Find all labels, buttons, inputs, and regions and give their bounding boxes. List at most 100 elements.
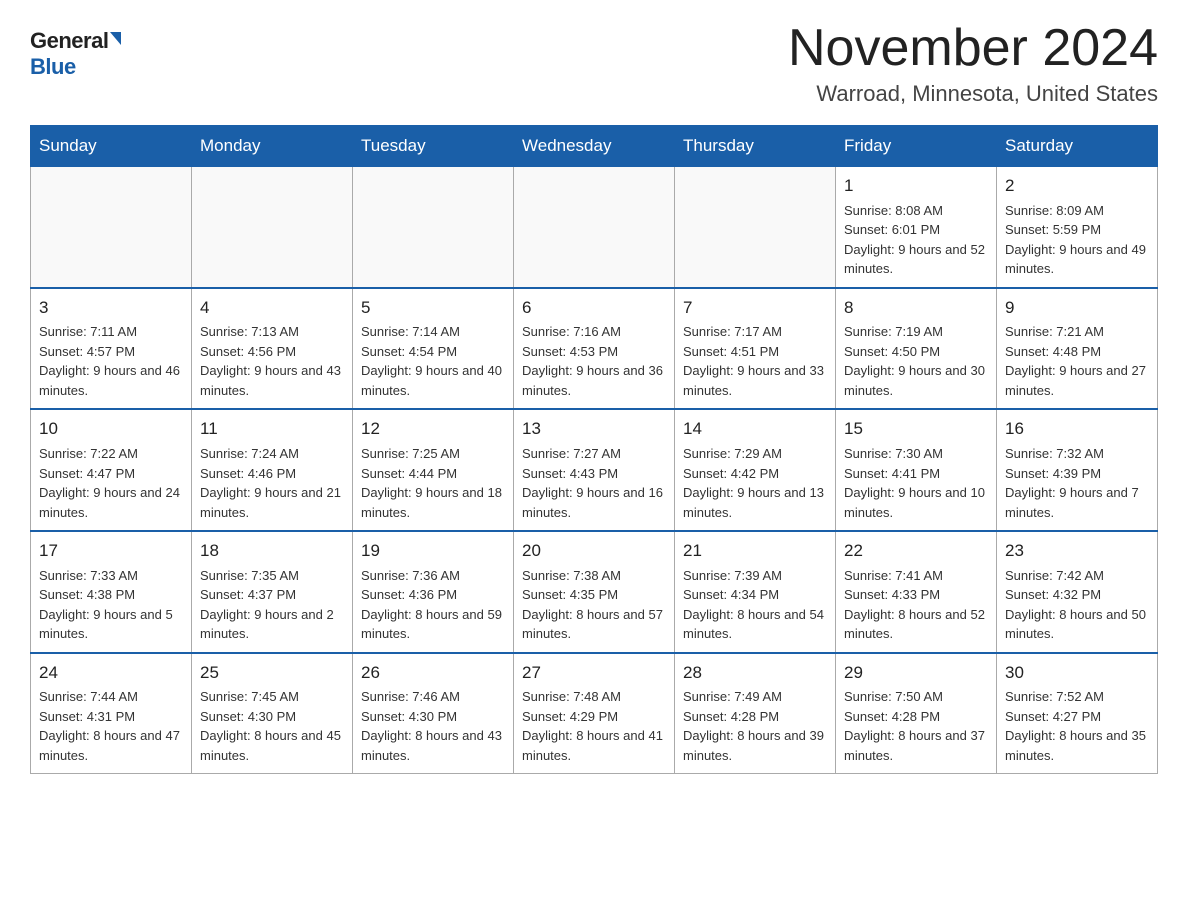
day-info: Sunrise: 7:48 AM Sunset: 4:29 PM Dayligh… [522,687,666,765]
logo-general-text: General [30,28,108,54]
day-number: 11 [200,417,344,442]
page-header: General Blue November 2024 Warroad, Minn… [30,20,1158,107]
calendar-cell: 17Sunrise: 7:33 AM Sunset: 4:38 PM Dayli… [31,531,192,653]
location-title: Warroad, Minnesota, United States [788,81,1158,107]
day-info: Sunrise: 7:29 AM Sunset: 4:42 PM Dayligh… [683,444,827,522]
day-number: 6 [522,296,666,321]
calendar-week-row: 3Sunrise: 7:11 AM Sunset: 4:57 PM Daylig… [31,288,1158,410]
month-title: November 2024 [788,20,1158,77]
day-info: Sunrise: 7:24 AM Sunset: 4:46 PM Dayligh… [200,444,344,522]
calendar-cell: 27Sunrise: 7:48 AM Sunset: 4:29 PM Dayli… [514,653,675,774]
day-number: 17 [39,539,183,564]
day-info: Sunrise: 7:21 AM Sunset: 4:48 PM Dayligh… [1005,322,1149,400]
calendar-header-thursday: Thursday [675,126,836,167]
day-number: 7 [683,296,827,321]
calendar-cell [192,167,353,288]
logo-triangle-icon [110,32,121,45]
day-info: Sunrise: 7:33 AM Sunset: 4:38 PM Dayligh… [39,566,183,644]
calendar-header-wednesday: Wednesday [514,126,675,167]
calendar-cell: 30Sunrise: 7:52 AM Sunset: 4:27 PM Dayli… [997,653,1158,774]
day-number: 30 [1005,661,1149,686]
calendar-cell: 19Sunrise: 7:36 AM Sunset: 4:36 PM Dayli… [353,531,514,653]
calendar-table: SundayMondayTuesdayWednesdayThursdayFrid… [30,125,1158,774]
day-info: Sunrise: 7:13 AM Sunset: 4:56 PM Dayligh… [200,322,344,400]
day-number: 29 [844,661,988,686]
day-number: 10 [39,417,183,442]
calendar-cell: 15Sunrise: 7:30 AM Sunset: 4:41 PM Dayli… [836,409,997,531]
day-number: 26 [361,661,505,686]
day-info: Sunrise: 7:19 AM Sunset: 4:50 PM Dayligh… [844,322,988,400]
calendar-cell: 1Sunrise: 8:08 AM Sunset: 6:01 PM Daylig… [836,167,997,288]
calendar-cell: 22Sunrise: 7:41 AM Sunset: 4:33 PM Dayli… [836,531,997,653]
day-number: 12 [361,417,505,442]
calendar-header-monday: Monday [192,126,353,167]
calendar-cell: 20Sunrise: 7:38 AM Sunset: 4:35 PM Dayli… [514,531,675,653]
day-number: 14 [683,417,827,442]
day-number: 2 [1005,174,1149,199]
day-info: Sunrise: 7:25 AM Sunset: 4:44 PM Dayligh… [361,444,505,522]
calendar-week-row: 24Sunrise: 7:44 AM Sunset: 4:31 PM Dayli… [31,653,1158,774]
calendar-cell: 23Sunrise: 7:42 AM Sunset: 4:32 PM Dayli… [997,531,1158,653]
day-info: Sunrise: 7:49 AM Sunset: 4:28 PM Dayligh… [683,687,827,765]
day-info: Sunrise: 7:22 AM Sunset: 4:47 PM Dayligh… [39,444,183,522]
day-info: Sunrise: 7:46 AM Sunset: 4:30 PM Dayligh… [361,687,505,765]
day-number: 5 [361,296,505,321]
title-block: November 2024 Warroad, Minnesota, United… [788,20,1158,107]
day-info: Sunrise: 7:35 AM Sunset: 4:37 PM Dayligh… [200,566,344,644]
calendar-cell: 16Sunrise: 7:32 AM Sunset: 4:39 PM Dayli… [997,409,1158,531]
calendar-cell: 13Sunrise: 7:27 AM Sunset: 4:43 PM Dayli… [514,409,675,531]
calendar-cell: 12Sunrise: 7:25 AM Sunset: 4:44 PM Dayli… [353,409,514,531]
day-number: 4 [200,296,344,321]
calendar-cell: 24Sunrise: 7:44 AM Sunset: 4:31 PM Dayli… [31,653,192,774]
day-number: 13 [522,417,666,442]
calendar-cell: 26Sunrise: 7:46 AM Sunset: 4:30 PM Dayli… [353,653,514,774]
calendar-cell: 2Sunrise: 8:09 AM Sunset: 5:59 PM Daylig… [997,167,1158,288]
calendar-cell: 9Sunrise: 7:21 AM Sunset: 4:48 PM Daylig… [997,288,1158,410]
day-info: Sunrise: 7:14 AM Sunset: 4:54 PM Dayligh… [361,322,505,400]
calendar-week-row: 10Sunrise: 7:22 AM Sunset: 4:47 PM Dayli… [31,409,1158,531]
calendar-cell: 8Sunrise: 7:19 AM Sunset: 4:50 PM Daylig… [836,288,997,410]
calendar-header-sunday: Sunday [31,126,192,167]
calendar-header-tuesday: Tuesday [353,126,514,167]
day-number: 23 [1005,539,1149,564]
calendar-cell: 14Sunrise: 7:29 AM Sunset: 4:42 PM Dayli… [675,409,836,531]
logo: General Blue [30,20,121,80]
calendar-cell: 4Sunrise: 7:13 AM Sunset: 4:56 PM Daylig… [192,288,353,410]
day-info: Sunrise: 7:32 AM Sunset: 4:39 PM Dayligh… [1005,444,1149,522]
day-info: Sunrise: 7:16 AM Sunset: 4:53 PM Dayligh… [522,322,666,400]
day-number: 8 [844,296,988,321]
day-info: Sunrise: 7:39 AM Sunset: 4:34 PM Dayligh… [683,566,827,644]
calendar-week-row: 1Sunrise: 8:08 AM Sunset: 6:01 PM Daylig… [31,167,1158,288]
day-number: 16 [1005,417,1149,442]
logo-blue-text: Blue [30,54,76,79]
day-info: Sunrise: 7:42 AM Sunset: 4:32 PM Dayligh… [1005,566,1149,644]
calendar-cell: 18Sunrise: 7:35 AM Sunset: 4:37 PM Dayli… [192,531,353,653]
day-number: 1 [844,174,988,199]
day-number: 27 [522,661,666,686]
calendar-cell [31,167,192,288]
day-info: Sunrise: 7:30 AM Sunset: 4:41 PM Dayligh… [844,444,988,522]
calendar-cell: 5Sunrise: 7:14 AM Sunset: 4:54 PM Daylig… [353,288,514,410]
day-info: Sunrise: 7:36 AM Sunset: 4:36 PM Dayligh… [361,566,505,644]
calendar-cell: 21Sunrise: 7:39 AM Sunset: 4:34 PM Dayli… [675,531,836,653]
day-info: Sunrise: 7:44 AM Sunset: 4:31 PM Dayligh… [39,687,183,765]
day-info: Sunrise: 7:50 AM Sunset: 4:28 PM Dayligh… [844,687,988,765]
calendar-cell: 28Sunrise: 7:49 AM Sunset: 4:28 PM Dayli… [675,653,836,774]
calendar-cell: 10Sunrise: 7:22 AM Sunset: 4:47 PM Dayli… [31,409,192,531]
day-number: 24 [39,661,183,686]
day-info: Sunrise: 8:09 AM Sunset: 5:59 PM Dayligh… [1005,201,1149,279]
day-info: Sunrise: 7:52 AM Sunset: 4:27 PM Dayligh… [1005,687,1149,765]
calendar-header-row: SundayMondayTuesdayWednesdayThursdayFrid… [31,126,1158,167]
day-info: Sunrise: 7:11 AM Sunset: 4:57 PM Dayligh… [39,322,183,400]
day-number: 28 [683,661,827,686]
day-number: 15 [844,417,988,442]
day-info: Sunrise: 7:41 AM Sunset: 4:33 PM Dayligh… [844,566,988,644]
day-number: 22 [844,539,988,564]
calendar-cell [675,167,836,288]
calendar-cell: 11Sunrise: 7:24 AM Sunset: 4:46 PM Dayli… [192,409,353,531]
day-number: 21 [683,539,827,564]
calendar-cell: 7Sunrise: 7:17 AM Sunset: 4:51 PM Daylig… [675,288,836,410]
day-info: Sunrise: 7:45 AM Sunset: 4:30 PM Dayligh… [200,687,344,765]
calendar-cell [514,167,675,288]
calendar-week-row: 17Sunrise: 7:33 AM Sunset: 4:38 PM Dayli… [31,531,1158,653]
